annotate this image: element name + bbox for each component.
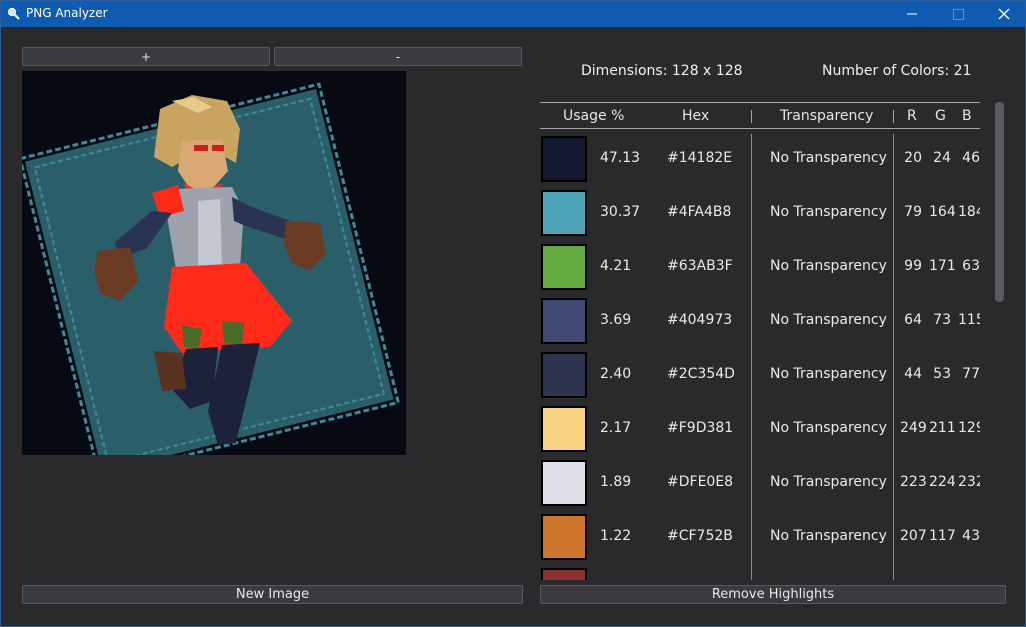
header-hex[interactable]: Hex [682,108,709,124]
green-cell: 164 [929,204,956,220]
transparency-cell: No Transparency [770,366,887,382]
transparency-cell: No Transparency [770,528,887,544]
app-window: PNG Analyzer + - Dimensions: 128 x 128 N… [0,0,1026,627]
color-swatch[interactable] [541,406,587,452]
dimensions-label: Dimensions: 128 x 128 [581,63,743,79]
table-row[interactable]: 2.17 #F9D381 No Transparency 249 211 129 [540,402,980,456]
green-cell: 53 [933,366,951,382]
color-swatch[interactable] [541,352,587,398]
blue-cell: 232 [958,474,980,490]
transparency-cell: No Transparency [770,150,887,166]
new-image-button[interactable]: New Image [22,585,523,604]
color-swatch[interactable] [541,514,587,560]
red-cell: 249 [900,420,927,436]
usage-cell: 1.89 [600,474,632,490]
hex-cell: #14182E [667,150,733,166]
blue-cell: 43 [962,528,980,544]
color-swatch[interactable] [541,190,587,236]
table-row-partial[interactable] [540,564,980,580]
zoom-in-button[interactable]: + [22,47,270,66]
red-cell: 99 [904,258,922,274]
hex-cell: #F9D381 [667,420,734,436]
hex-cell: #4FA4B8 [667,204,732,220]
red-cell: 64 [904,312,922,328]
color-table: Usage % Hex Transparency R G B 47.13 #14… [540,102,980,580]
blue-cell: 115 [958,312,980,328]
table-row[interactable]: 47.13 #14182E No Transparency 20 24 46 [540,132,980,186]
table-row[interactable]: 4.21 #63AB3F No Transparency 99 171 63 [540,240,980,294]
blue-cell: 77 [962,366,980,382]
usage-cell: 4.21 [600,258,632,274]
red-cell: 79 [904,204,922,220]
color-swatch[interactable] [541,136,587,182]
transparency-cell: No Transparency [770,420,887,436]
minimize-icon [907,13,917,15]
hex-cell: #63AB3F [667,258,733,274]
table-row[interactable]: 2.40 #2C354D No Transparency 44 53 77 [540,348,980,402]
green-cell: 211 [929,420,956,436]
color-swatch[interactable] [541,568,587,580]
color-swatch[interactable] [541,460,587,506]
maximize-button[interactable] [935,1,981,27]
blue-cell: 63 [962,258,980,274]
table-row[interactable]: 1.22 #CF752B No Transparency 207 117 43 [540,510,980,564]
header-divider [751,110,752,123]
header-usage[interactable]: Usage % [563,108,624,124]
blue-cell: 129 [958,420,980,436]
transparency-cell: No Transparency [770,258,887,274]
usage-cell: 47.13 [600,150,641,166]
red-cell: 44 [904,366,922,382]
table-row[interactable]: 1.89 #DFE0E8 No Transparency 223 224 232 [540,456,980,510]
color-swatch[interactable] [541,244,587,290]
red-cell: 223 [900,474,927,490]
transparency-cell: No Transparency [770,312,887,328]
table-scrollbar[interactable] [995,102,1004,580]
table-header: Usage % Hex Transparency R G B [540,102,980,129]
close-icon [998,8,1010,20]
usage-cell: 2.17 [600,420,632,436]
maximize-icon [952,8,964,20]
table-row[interactable]: 3.69 #404973 No Transparency 64 73 115 [540,294,980,348]
header-transparency[interactable]: Transparency [780,108,873,124]
window-title: PNG Analyzer [26,6,108,20]
color-swatch[interactable] [541,298,587,344]
usage-cell: 1.22 [600,528,632,544]
zoom-out-button[interactable]: - [274,47,522,66]
transparency-cell: No Transparency [770,204,887,220]
table-row[interactable]: 30.37 #4FA4B8 No Transparency 79 164 184 [540,186,980,240]
hex-cell: #404973 [667,312,733,328]
green-cell: 117 [929,528,956,544]
blue-cell: 46 [962,150,980,166]
color-count-label: Number of Colors: 21 [822,63,972,79]
remove-highlights-button[interactable]: Remove Highlights [540,585,1006,604]
hex-cell: #DFE0E8 [667,474,734,490]
red-cell: 207 [900,528,927,544]
usage-cell: 2.40 [600,366,632,382]
header-b[interactable]: B [962,108,972,124]
minimize-button[interactable] [889,1,935,27]
title-bar: PNG Analyzer [1,1,1025,27]
blue-cell: 184 [958,204,980,220]
green-cell: 24 [933,150,951,166]
green-cell: 73 [933,312,951,328]
header-g[interactable]: G [935,108,946,124]
scrollbar-thumb[interactable] [995,102,1004,302]
usage-cell: 3.69 [600,312,632,328]
transparency-cell: No Transparency [770,474,887,490]
green-cell: 224 [929,474,956,490]
header-divider [893,110,894,123]
image-preview[interactable] [18,71,406,479]
header-r[interactable]: R [907,108,917,124]
pixel-art-image [18,71,406,479]
usage-cell: 30.37 [600,204,641,220]
red-cell: 20 [904,150,922,166]
hex-cell: #CF752B [667,528,733,544]
green-cell: 171 [929,258,956,274]
close-button[interactable] [981,1,1026,27]
hex-cell: #2C354D [667,366,735,382]
magnifier-icon [7,7,20,20]
